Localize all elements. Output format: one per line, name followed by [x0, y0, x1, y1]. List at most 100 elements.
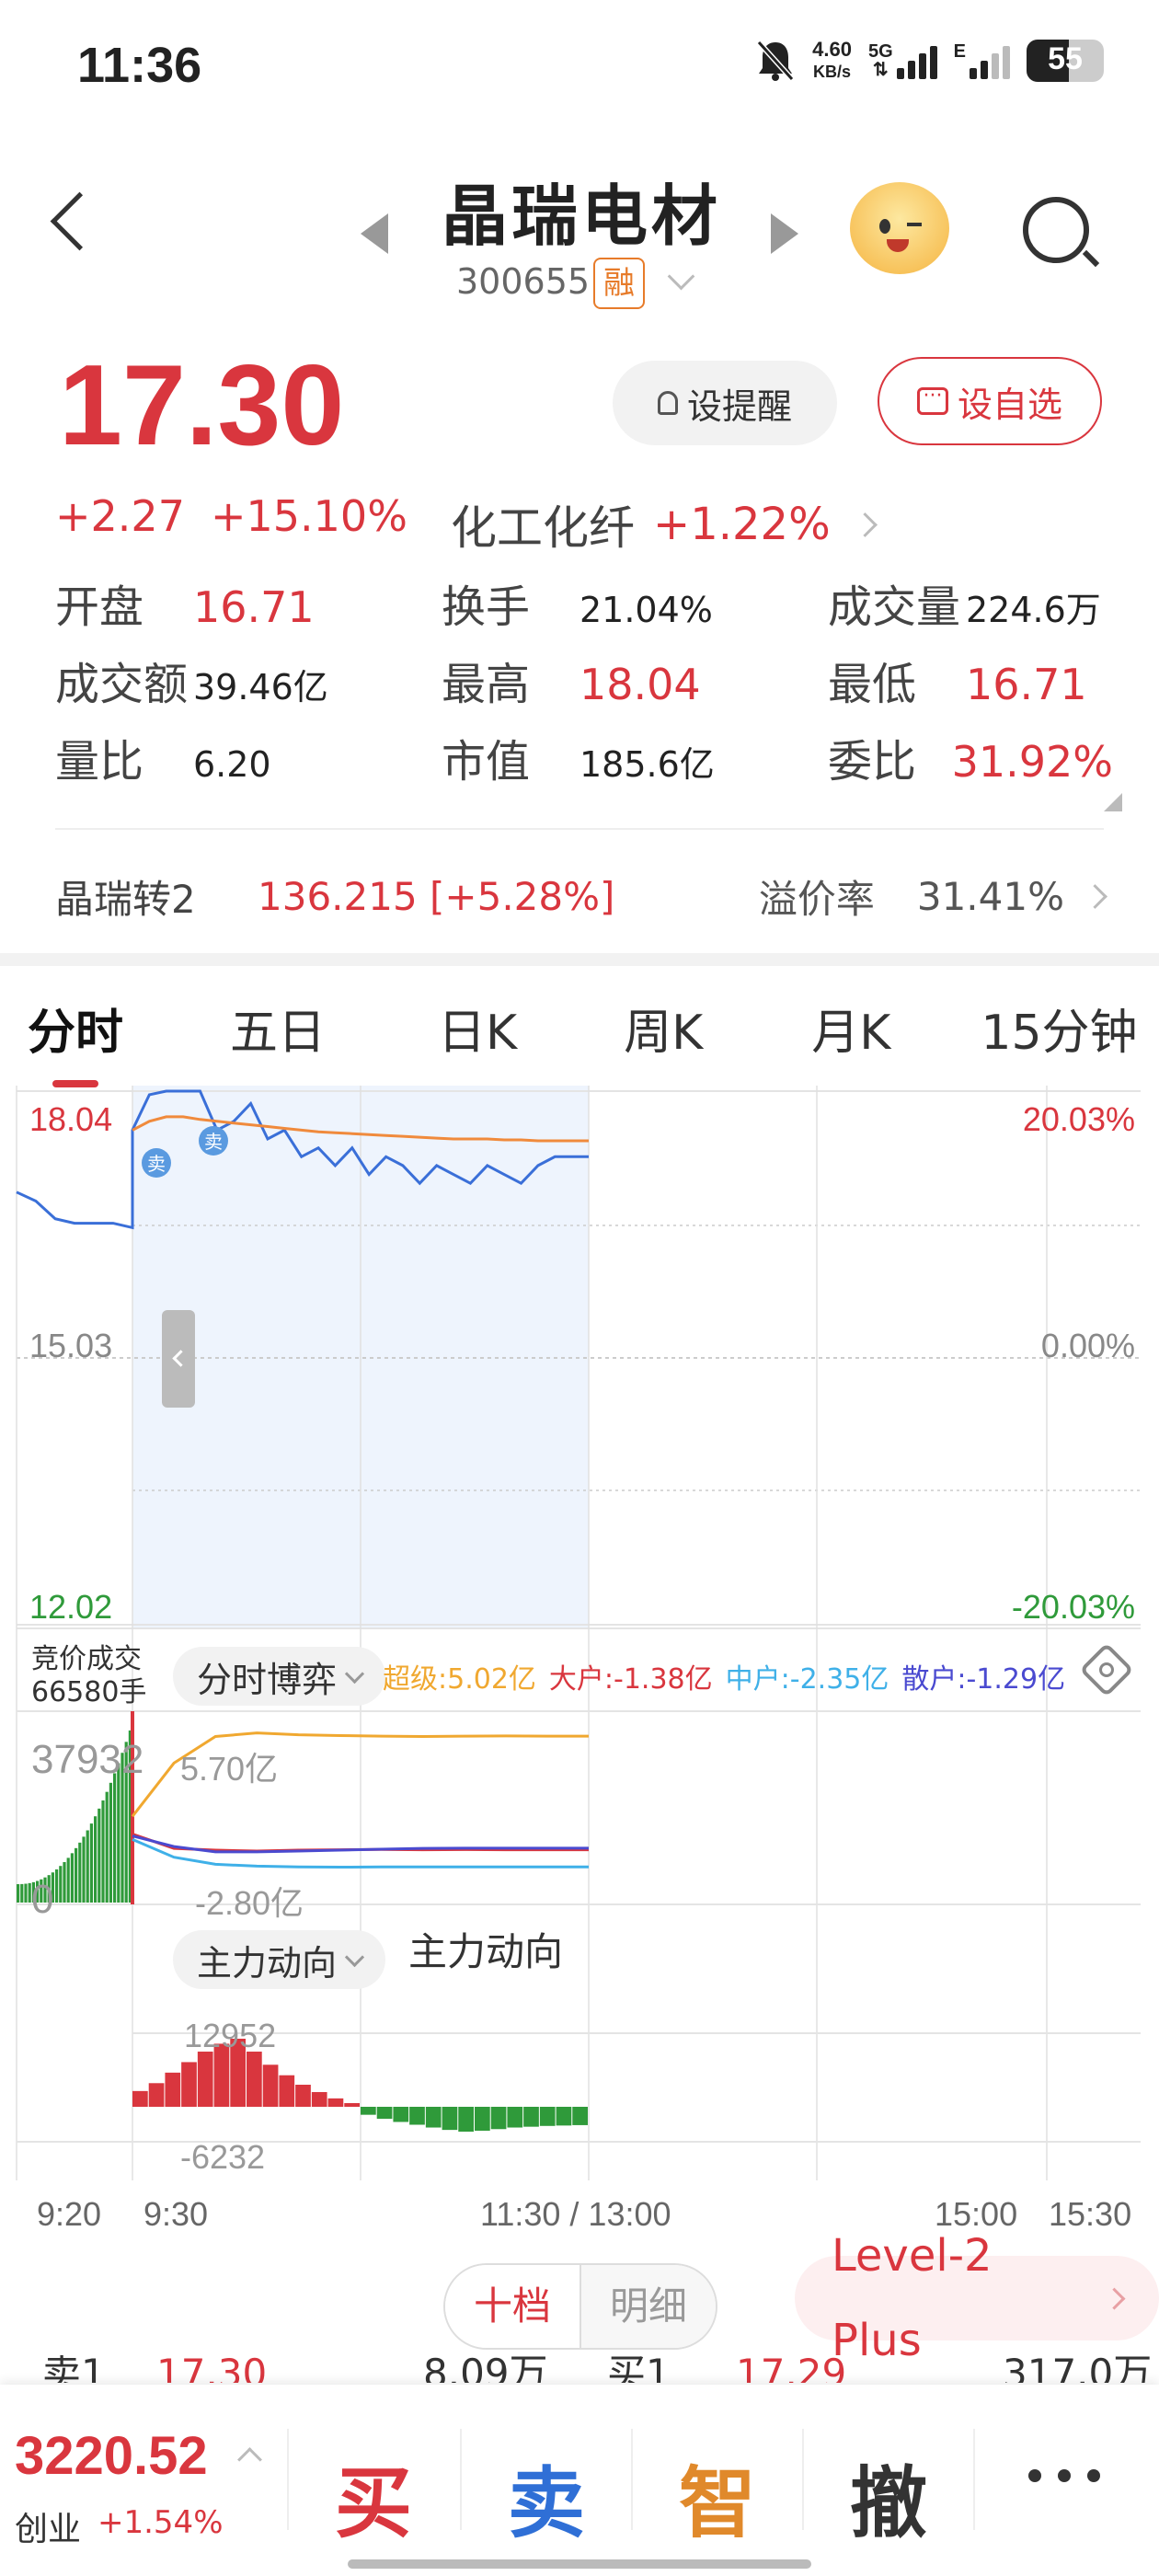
tab-1[interactable]: 五日	[230, 994, 326, 1086]
net-speed: 4.60 KB/s	[812, 38, 852, 82]
mute-icon	[756, 40, 795, 82]
main-force-bar	[344, 2103, 360, 2107]
section-gap	[0, 953, 1159, 966]
chevron-right-icon	[852, 512, 878, 537]
auction-volume-bar	[70, 1853, 74, 1903]
main-force-bar	[376, 2107, 393, 2119]
tab-5[interactable]: 15分钟	[981, 994, 1137, 1086]
main-force-bar	[148, 2083, 165, 2107]
search-icon[interactable]	[1023, 197, 1089, 263]
index-value[interactable]: 3220.52	[15, 2425, 208, 2487]
stat-item: 成交额 39.46亿	[55, 648, 442, 710]
main-force-bar	[425, 2107, 442, 2128]
game-dropdown[interactable]: 分时博弈	[173, 1647, 386, 1706]
auction-volume-bar	[109, 1782, 112, 1903]
back-icon[interactable]	[50, 191, 109, 251]
tab-0[interactable]: 分时	[28, 994, 123, 1086]
main-force-bar	[556, 2107, 572, 2126]
stat-value: 21.04%	[580, 590, 713, 630]
main-force-dropdown[interactable]: 主力动向	[173, 1930, 386, 1989]
peek-cell: 317.0万	[1003, 2355, 1153, 2383]
sell-button[interactable]: 卖	[482, 2442, 611, 2553]
set-reminder-button[interactable]: 设提醒	[613, 361, 837, 445]
legend-item: 超级:5.02亿	[383, 1663, 536, 1696]
tab-2[interactable]: 日K	[438, 994, 517, 1086]
expand-corner-icon[interactable]	[1104, 793, 1122, 811]
auction-volume-bar	[89, 1823, 93, 1903]
signal-e: E	[954, 42, 1010, 79]
time-label: 9:30	[143, 2195, 209, 2233]
stat-label: 换手	[442, 581, 531, 633]
change-value: +2.27	[55, 491, 185, 541]
y-label-high-pct: 20.03%	[1022, 1100, 1135, 1138]
auction-volume-bar	[55, 1869, 59, 1903]
sell-marker-label: 卖	[204, 1131, 223, 1153]
stat-label: 市值	[442, 736, 531, 788]
main-force-bar	[523, 2107, 539, 2127]
sector-link[interactable]: 化工化纤 +1.22%	[451, 491, 878, 558]
stat-label: 最高	[442, 659, 531, 710]
divider	[973, 2429, 975, 2530]
auction-volume-bar	[117, 1763, 120, 1903]
main-force-bar	[475, 2107, 490, 2131]
more-icon[interactable]	[1028, 2469, 1100, 2482]
cancel-order-button[interactable]: 撤	[824, 2442, 953, 2553]
auction-label: 竞价成交	[31, 1643, 142, 1675]
sub2-bottom-value: -6232	[180, 2138, 266, 2176]
main-force-bar	[539, 2107, 556, 2126]
legend-item: 大户:-1.38亿	[548, 1663, 713, 1696]
sell-marker-label: 卖	[147, 1153, 166, 1175]
y-label-low: 12.02	[29, 1588, 113, 1626]
main-force-bar	[295, 2085, 311, 2107]
tab-details[interactable]: 明细	[581, 2265, 716, 2348]
main-force-bar	[458, 2107, 474, 2132]
sub1-left-top: 37932	[31, 1737, 144, 1782]
main-force-bar	[132, 2090, 148, 2107]
auction-volume: 66580手	[31, 1676, 147, 1708]
smart-button[interactable]: 智	[653, 2442, 782, 2553]
auction-volume-bar	[82, 1836, 86, 1903]
stat-item: 最低 16.71	[828, 648, 1113, 710]
bell-icon	[657, 391, 678, 415]
buy-button[interactable]: 买	[309, 2442, 438, 2553]
sector-change: +1.22%	[653, 499, 831, 550]
level2-plus-button[interactable]: Level-2 Plus	[795, 2230, 1159, 2366]
premium-value: 31.41%	[916, 874, 1064, 919]
intraday-chart[interactable]: 卖卖	[0, 1086, 1159, 2217]
cb-value: 136.215 [+5.28%]	[258, 874, 615, 919]
tab-ten-levels[interactable]: 十档	[445, 2265, 581, 2348]
main-force-bar	[393, 2107, 409, 2122]
peek-cell: 17.29	[736, 2355, 847, 2383]
stat-item: 市值 185.6亿	[442, 725, 828, 788]
stat-label: 成交量	[828, 581, 961, 633]
mascot-icon[interactable]	[850, 182, 949, 274]
auction-volume-bar	[63, 1862, 66, 1903]
tab-3[interactable]: 周K	[624, 994, 703, 1086]
auction-volume-bar	[98, 1808, 101, 1903]
stat-item: 换手 21.04%	[442, 570, 828, 633]
collapse-sidebar-handle[interactable]	[162, 1310, 195, 1408]
stat-item: 最高 18.04	[442, 648, 828, 710]
prev-stock-icon[interactable]	[361, 213, 388, 254]
stat-value: 16.71	[193, 582, 315, 632]
change-percent: +15.10%	[210, 491, 407, 541]
next-stock-icon[interactable]	[771, 213, 798, 254]
auction-volume-bar	[94, 1816, 98, 1903]
auction-volume-bar	[105, 1791, 109, 1903]
auction-volume-bar	[17, 1884, 20, 1903]
divider	[631, 2429, 633, 2530]
add-watchlist-button[interactable]: ··· 设自选	[878, 357, 1102, 445]
chevron-down-icon	[344, 1947, 365, 1967]
stock-code: 300655	[456, 261, 591, 302]
main-force-bar	[507, 2107, 523, 2128]
auction-volume-bar	[66, 1857, 70, 1903]
main-force-bar	[409, 2107, 425, 2125]
home-indicator[interactable]	[348, 2559, 811, 2569]
stat-item: 开盘 16.71	[55, 570, 442, 633]
tab-4[interactable]: 月K	[811, 994, 890, 1086]
stat-label: 委比	[828, 736, 917, 788]
peek-cell: 8.09万	[423, 2355, 548, 2383]
main-force-bar	[327, 2098, 344, 2107]
chevron-down-icon[interactable]	[667, 262, 695, 291]
convertible-bond-row[interactable]: 晶瑞转2 136.215 [+5.28%] 溢价率 31.41%	[55, 868, 1107, 925]
